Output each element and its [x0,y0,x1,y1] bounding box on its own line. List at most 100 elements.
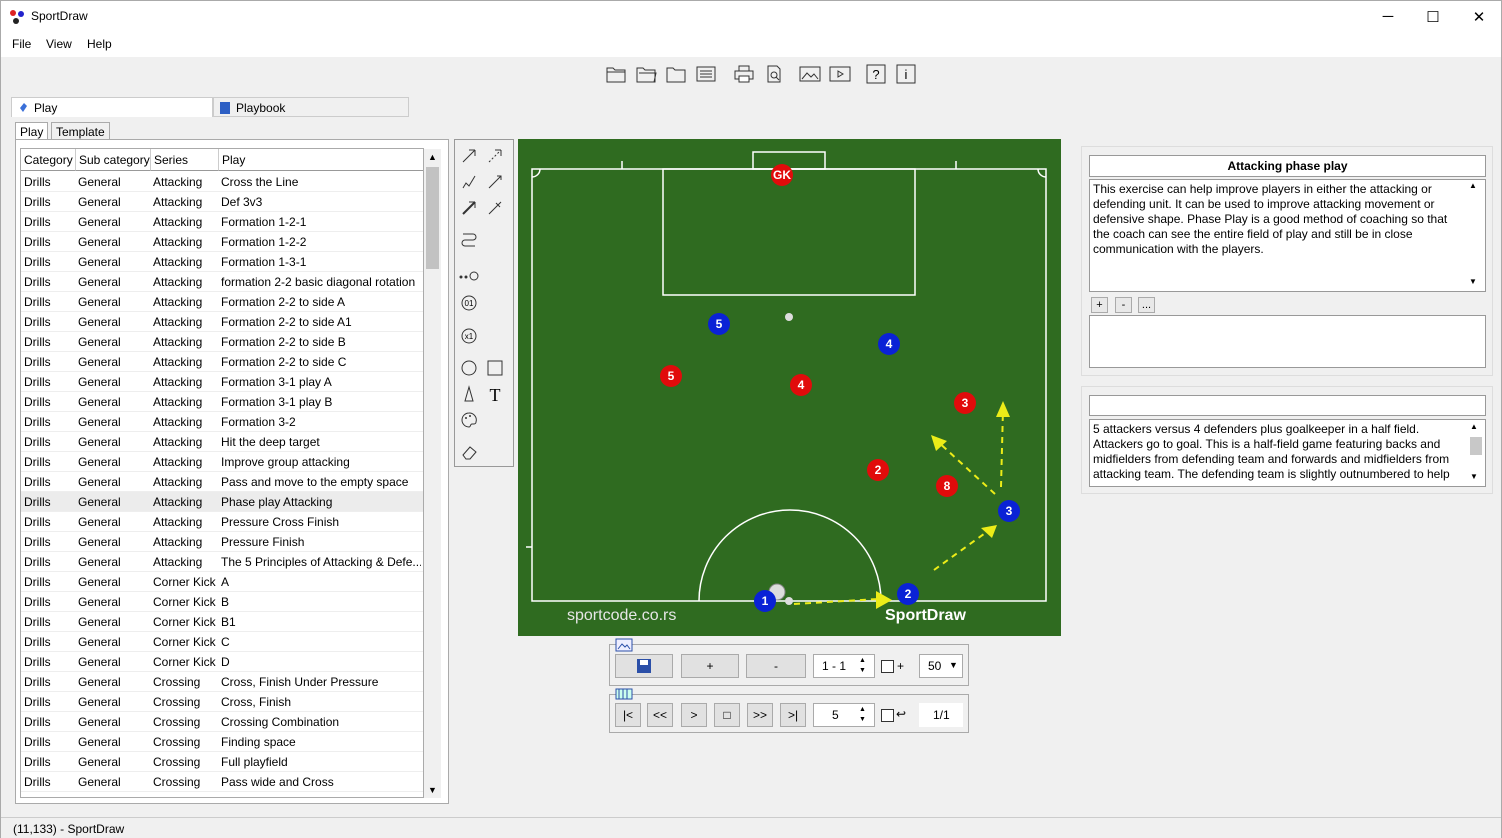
table-row[interactable]: Drills General Attacking Formation 3-1 play… [21,392,423,412]
red-player-2[interactable]: 2 [867,459,889,481]
rectangle-tool-icon[interactable] [484,357,506,379]
video-icon[interactable] [827,61,853,87]
rewind-button[interactable]: << [647,703,673,727]
table-row[interactable]: Drills General Attacking formation 2-2 basi… [21,272,423,292]
frame-spin-icon[interactable]: ▲ ▼ [859,656,866,676]
player-number-tool-icon[interactable]: 01 [458,292,480,314]
notes-title-field[interactable] [1089,395,1486,416]
table-row[interactable]: Drills General Attacking Formation 2-2 to s… [21,352,423,372]
folder-icon[interactable] [663,61,689,87]
info-icon[interactable]: i [893,61,919,87]
table-row[interactable]: Drills General Attacking Formation 1-3-1 [21,252,423,272]
table-row[interactable]: Drills General Crossing Finding space [21,732,423,752]
desc-scroll-down-icon[interactable]: ▼ [1469,277,1477,286]
table-row[interactable]: Drills General Attacking Cross the Line [21,172,423,192]
soccer-field[interactable]: sportcode.co.rs SportDraw GK 5 4 3 2 8 5… [518,139,1061,636]
table-row[interactable]: Drills General Attacking Formation 2-2 to s… [21,292,423,312]
red-player-5[interactable]: 5 [660,365,682,387]
play-button[interactable]: > [681,703,707,727]
table-row[interactable]: Drills General Attacking Formation 2-2 to s… [21,332,423,352]
circle-tool-icon[interactable] [458,357,480,379]
red-player-gk[interactable]: GK [771,164,793,186]
notes-scroll-down-icon[interactable]: ▼ [1470,472,1478,481]
color-palette-icon[interactable] [458,409,480,431]
remove-item-button[interactable]: - [1115,297,1132,313]
table-row[interactable]: Drills General Corner Kick B1 [21,612,423,632]
dots-tool-icon[interactable] [458,264,480,286]
table-row[interactable]: Drills General Attacking Pass and move to t… [21,472,423,492]
table-row[interactable]: Drills General Attacking Pressure Finish [21,532,423,552]
red-player-8[interactable]: 8 [936,475,958,497]
notes-textarea[interactable]: 5 attackers versus 4 defenders plus goal… [1089,419,1486,487]
tab-play[interactable]: Play [11,97,213,117]
menu-view[interactable]: View [46,37,72,51]
table-row[interactable]: Drills General Crossing Cross, Finish Under… [21,672,423,692]
list-icon[interactable] [693,61,719,87]
maximize-button[interactable]: ☐ [1410,1,1456,32]
column-header-category[interactable]: Category [21,149,76,171]
tab-playbook[interactable]: Playbook [213,97,409,117]
scrollbar-thumb[interactable] [426,167,439,269]
subtab-play[interactable]: Play [15,122,49,140]
loop-checkbox[interactable] [881,709,894,722]
blue-player-3[interactable]: 3 [998,500,1020,522]
close-button[interactable]: ✕ [1456,1,1502,32]
table-row[interactable]: Drills General Attacking Pressure Cross Fin… [21,512,423,532]
table-row[interactable]: Drills General Attacking Improve group atta… [21,452,423,472]
table-row[interactable]: Drills General Attacking Phase play Attacki… [21,492,423,512]
table-row[interactable]: Drills General Crossing Crossing Combinatio… [21,712,423,732]
play-table[interactable]: Category Sub category Series Play Drills… [20,148,424,798]
table-row[interactable]: Drills General Attacking Def 3v3 [21,192,423,212]
block-line-tool-icon[interactable] [484,197,506,219]
add-item-button[interactable]: + [1091,297,1108,313]
table-row[interactable]: Drills General Crossing Pass wide and Cross [21,772,423,792]
table-row[interactable]: Drills General Corner Kick B [21,592,423,612]
more-button[interactable]: ... [1138,297,1155,313]
open-folder-icon[interactable] [633,61,659,87]
fast-forward-button[interactable]: >> [747,703,773,727]
red-player-3[interactable]: 3 [954,392,976,414]
new-file-icon[interactable] [603,61,629,87]
help-icon[interactable]: ? [863,61,889,87]
column-header-play[interactable]: Play [219,149,423,171]
speed-spin-icon[interactable]: ▲ ▼ [859,705,866,725]
text-tool-icon[interactable]: T [484,383,506,405]
frame-plus-checkbox[interactable] [881,660,894,673]
red-player-4[interactable]: 4 [790,374,812,396]
table-row[interactable]: Drills General Attacking Formation 2-2 to s… [21,312,423,332]
table-row[interactable]: Drills General Corner Kick D [21,652,423,672]
blue-player-4[interactable]: 4 [878,333,900,355]
cone-tool-icon[interactable] [458,383,480,405]
first-frame-button[interactable]: |< [615,703,641,727]
wavy-arrow-tool-icon[interactable] [458,171,480,193]
play-title-field[interactable]: Attacking phase play [1089,155,1486,177]
image-icon[interactable] [797,61,823,87]
arrow-tool-icon[interactable] [458,145,480,167]
menu-file[interactable]: File [12,37,31,51]
description-textarea[interactable]: This exercise can help improve players i… [1089,179,1486,292]
scroll-up-icon[interactable]: ▲ [428,152,437,162]
table-row[interactable]: Drills General Attacking Hit the deep targe… [21,432,423,452]
add-frame-button[interactable]: + [681,654,739,678]
blue-player-2[interactable]: 2 [897,583,919,605]
remove-frame-button[interactable]: - [746,654,806,678]
notes-scroll-up-icon[interactable]: ▲ [1470,422,1478,431]
notes-scroll-thumb[interactable] [1470,437,1482,455]
print-preview-icon[interactable] [761,61,787,87]
print-icon[interactable] [731,61,757,87]
curve-tool-icon[interactable] [458,228,480,250]
last-frame-button[interactable]: >| [780,703,806,727]
table-row[interactable]: Drills General Corner Kick C [21,632,423,652]
stop-button[interactable]: □ [714,703,740,727]
player-cross-tool-icon[interactable]: x1 [458,325,480,347]
dashed-arrow-tool-icon[interactable] [484,145,506,167]
desc-scroll-up-icon[interactable]: ▲ [1469,181,1477,190]
table-row[interactable]: Drills General Attacking Formation 1-2-2 [21,232,423,252]
table-row[interactable]: Drills General Corner Kick A [21,572,423,592]
thick-arrow-tool-icon[interactable] [458,197,480,219]
column-header-subcategory[interactable]: Sub category [76,149,151,171]
minimize-button[interactable]: ─ [1365,1,1411,32]
menu-help[interactable]: Help [87,37,112,51]
line-tool-icon[interactable] [484,171,506,193]
eraser-tool-icon[interactable] [458,441,480,463]
